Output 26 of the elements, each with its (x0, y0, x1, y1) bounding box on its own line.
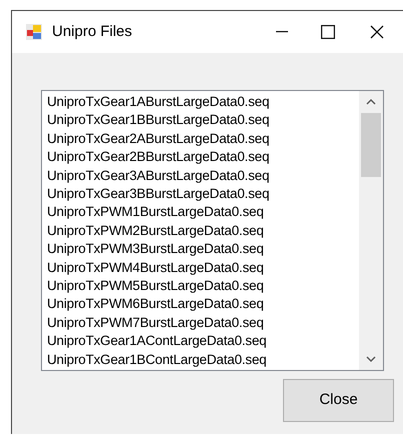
file-list-item[interactable]: UniproTxPWM1BurstLargeData0.seq (47, 203, 264, 222)
file-list-item[interactable]: UniproTxPWM2BurstLargeData0.seq (47, 222, 264, 240)
file-list-item[interactable]: UniproTxGear2BBurstLargeData0.seq (47, 148, 270, 167)
app-icon (26, 24, 42, 40)
file-list[interactable] (41, 90, 384, 371)
close-icon (370, 25, 384, 39)
file-list-item[interactable]: UniproTxGear1BBurstLargeData0.seq (47, 111, 270, 130)
file-list-item[interactable]: UniproTxGear1ABurstLargeData0.seq (47, 93, 270, 112)
file-list-item[interactable]: UniproTxPWM7BurstLargeData0.seq (47, 314, 264, 332)
scroll-down-icon[interactable] (366, 356, 376, 362)
file-list-item[interactable]: UniproTxPWM5BurstLargeData0.seq (47, 277, 264, 296)
scroll-up-icon[interactable] (366, 99, 376, 105)
file-list-item[interactable]: UniproTxPWM6BurstLargeData0.seq (47, 295, 264, 314)
scrollbar[interactable] (359, 91, 383, 370)
file-list-item[interactable]: UniproTxGear1AContLargeData0.seq (47, 332, 266, 351)
close-dialog-button[interactable]: Close (283, 379, 394, 422)
maximize-icon (321, 25, 335, 39)
minimize-icon (276, 31, 288, 33)
file-list-item[interactable]: UniproTxGear2ABurstLargeData0.seq (47, 130, 270, 148)
file-list-item[interactable]: UniproTxPWM3BurstLargeData0.seq (47, 240, 264, 259)
window-title: Unipro Files (52, 22, 132, 42)
scrollbar-thumb[interactable] (361, 113, 381, 177)
file-list-item[interactable]: UniproTxGear1BContLargeData0.seq (47, 350, 266, 370)
file-list-item[interactable]: UniproTxPWM4BurstLargeData0.seq (47, 258, 264, 278)
file-list-item[interactable]: UniproTxGear3ABurstLargeData0.seq (47, 166, 270, 186)
file-list-item[interactable]: UniproTxGear3BBurstLargeData0.seq (47, 185, 270, 204)
